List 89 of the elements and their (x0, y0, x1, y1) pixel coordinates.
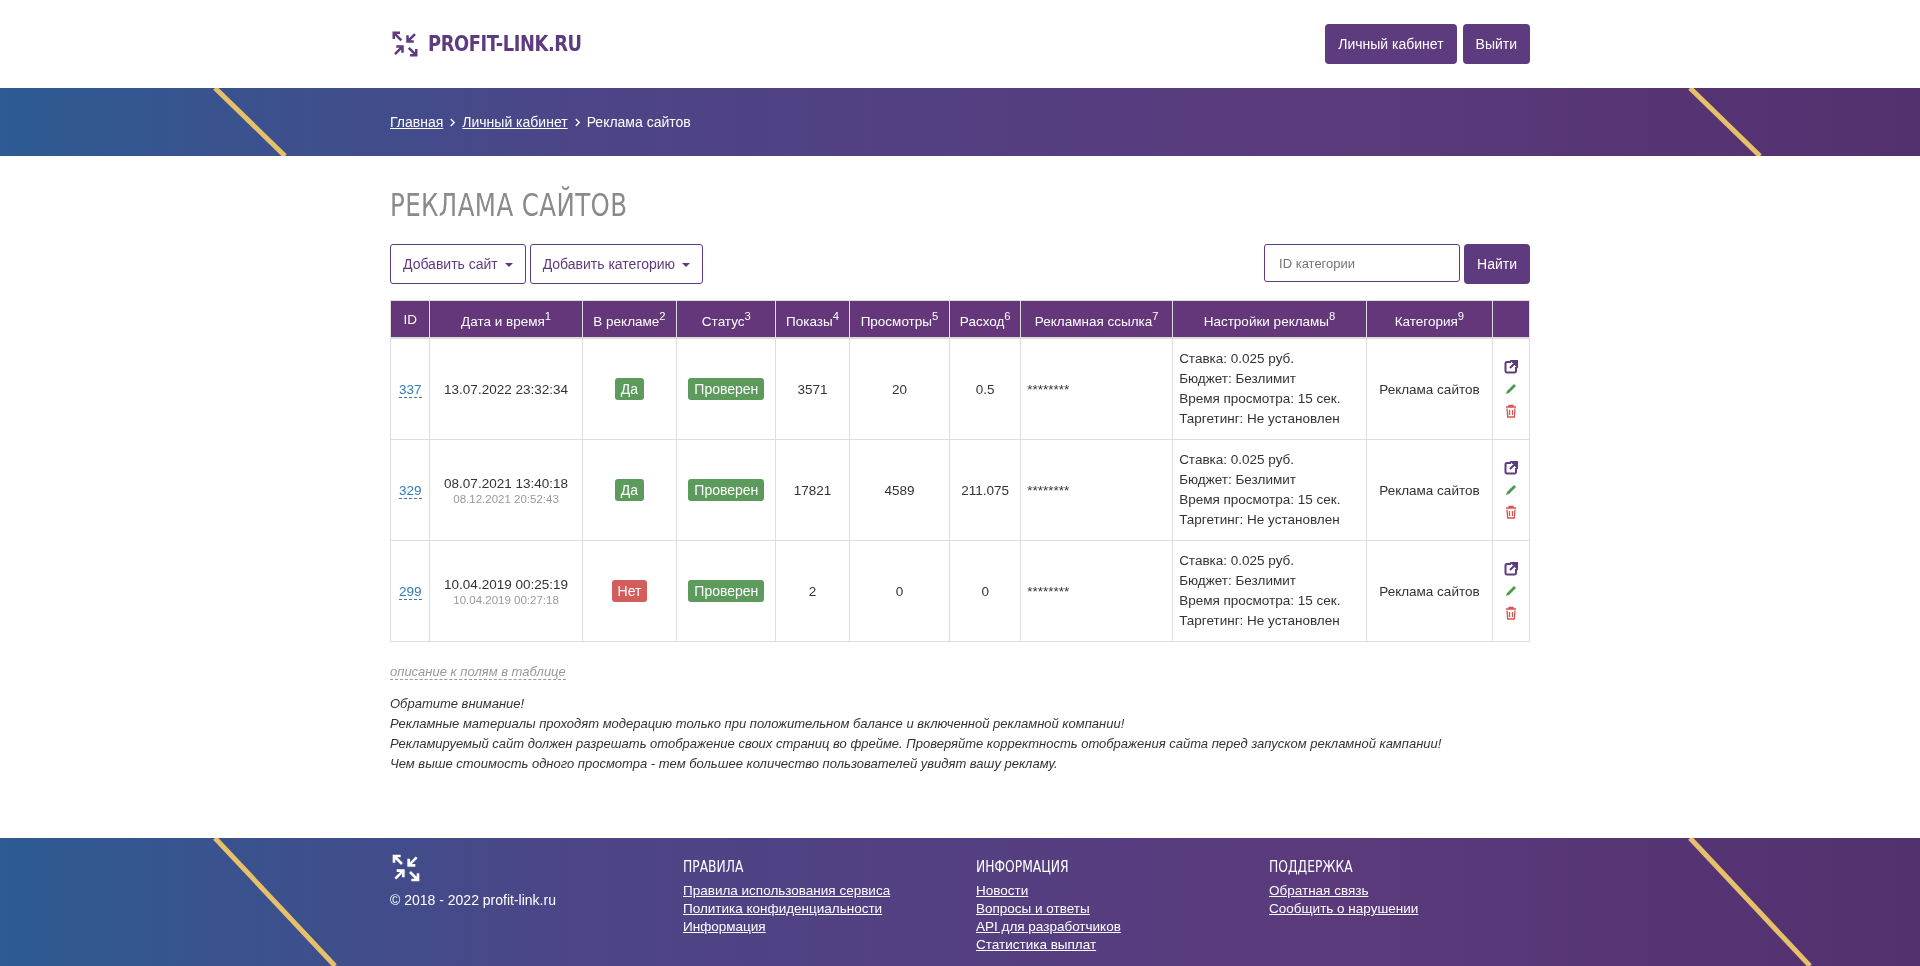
footer-link[interactable]: Сообщить о нарушении (1269, 900, 1419, 918)
search-button[interactable]: Найти (1464, 244, 1530, 284)
breadcrumb-current: Реклама сайтов (586, 114, 691, 130)
table-cell: 20 (849, 338, 950, 440)
footer-heading: ИНФОРМАЦИЯ (976, 858, 1069, 876)
logo-icon (390, 29, 420, 59)
open-link-icon[interactable] (1504, 360, 1518, 374)
breadcrumb-link[interactable]: Личный кабинет (462, 114, 568, 130)
date-text: 13.07.2022 23:32:34 (443, 381, 569, 397)
id-link[interactable]: 337 (398, 381, 422, 398)
setting-line: Бюджет: Безлимит (1179, 370, 1297, 388)
footer-link[interactable]: Политика конфиденциальности (683, 900, 883, 918)
column-header: Настройки рекламы$^{8}$ (1172, 300, 1367, 338)
date-text: 08.07.2021 13:40:18 (443, 475, 569, 491)
footer-link[interactable]: API для разработчиков (976, 918, 1121, 936)
table-cell: 17821 (775, 439, 850, 541)
pencil-icon[interactable] (1504, 382, 1518, 396)
table-cell: 0 (949, 540, 1021, 642)
note-text: Чем выше стоимость одного просмотра - тем большее количество пользователей увидят вашу рекламу. (390, 755, 1059, 773)
column-header: Показы$^{4}$ (775, 300, 850, 338)
search-field[interactable]: ID категории (1264, 244, 1461, 282)
column-header: ID (390, 300, 430, 338)
status-badge: Проверен (688, 479, 765, 501)
pencil-icon[interactable] (1504, 584, 1518, 598)
copyright-text: © 2018 - 2022 profit-link.ru (390, 892, 556, 908)
table-cell: 0 (849, 540, 950, 642)
setting-line: Ставка: 0.025 руб. (1179, 451, 1296, 469)
note-text: Рекламные материалы проходят модерацию только при положительном балансе и включенной рекламной компании! (390, 715, 1126, 733)
id-link[interactable]: 329 (398, 482, 422, 499)
footer-link[interactable]: Обратная связь (1269, 882, 1369, 900)
dropdown-button[interactable]: Добавить категорию (529, 244, 703, 284)
table-cell: Реклама сайтов (1366, 540, 1493, 642)
id-link[interactable]: 299 (398, 583, 422, 600)
status-badge: Проверен (688, 580, 765, 602)
footer-heading: ПРАВИЛА (683, 858, 744, 876)
footer-heading: ПОДДЕРЖКА (1269, 858, 1353, 876)
date-subtext: 10.04.2019 00:27:18 (452, 593, 560, 606)
trash-icon[interactable] (1504, 606, 1518, 620)
setting-line: Ставка: 0.025 руб. (1179, 350, 1296, 368)
dropdown-button[interactable]: Добавить сайт (390, 244, 526, 284)
chevron-icon (573, 117, 581, 127)
column-header: Расход$^{6}$ (949, 300, 1021, 338)
table-cell: Реклама сайтов (1366, 439, 1493, 541)
chevron-icon (449, 117, 457, 127)
table-cell: 3571 (775, 338, 850, 440)
setting-line: Ставка: 0.025 руб. (1179, 552, 1296, 570)
ads-badge: Да (614, 378, 645, 400)
pencil-icon[interactable] (1504, 483, 1518, 497)
note-text: Рекламируемый сайт должен разрешать отображение своих страниц во фрейме. Проверяйте корректность отображения сайта перед запуском рекламной кампании! (390, 735, 1443, 753)
open-link-icon[interactable] (1504, 461, 1518, 475)
footer-link[interactable]: Статистика выплат (976, 936, 1097, 954)
setting-line: Таргетинг: Не установлен (1179, 612, 1341, 630)
status-badge: Проверен (688, 378, 765, 400)
date-text: 10.04.2019 00:25:19 (443, 576, 569, 592)
table-cell: 2 (775, 540, 850, 642)
header-button[interactable]: Выйти (1462, 24, 1530, 64)
footer-link[interactable]: Правила использования сервиса (683, 882, 891, 900)
breadcrumb-link[interactable]: Главная (390, 114, 444, 130)
footer-link[interactable]: Вопросы и ответы (976, 900, 1090, 918)
column-header: Дата и время$^{1}$ (430, 300, 583, 338)
trash-icon[interactable] (1504, 505, 1518, 519)
logo-text: PROFIT-LINK.RU (428, 32, 582, 56)
trash-icon[interactable] (1504, 404, 1518, 418)
table-cell: Реклама сайтов (1366, 338, 1493, 440)
setting-line: Бюджет: Безлимит (1179, 572, 1297, 590)
page-title: РЕКЛАМА САЙТОВ (390, 186, 629, 224)
setting-line: Время просмотра: 15 сек. (1179, 592, 1342, 610)
open-link-icon[interactable] (1504, 562, 1518, 576)
setting-line: Время просмотра: 15 сек. (1179, 491, 1342, 509)
table-cell: 0.5 (949, 338, 1021, 440)
column-header: Рекламная ссылка$^{7}$ (1020, 300, 1173, 338)
column-header: Статус$^{3}$ (676, 300, 776, 338)
logo-icon (390, 852, 422, 884)
setting-line: Бюджет: Безлимит (1179, 471, 1297, 489)
column-header: В рекламе$^{2}$ (582, 300, 677, 338)
setting-line: Время просмотра: 15 сек. (1179, 390, 1342, 408)
setting-line: Таргетинг: Не установлен (1179, 511, 1341, 529)
setting-line: Таргетинг: Не установлен (1179, 410, 1341, 428)
ads-badge: Нет (611, 580, 648, 602)
table-cell: 4589 (849, 439, 950, 541)
column-header: Категория$^{9}$ (1366, 300, 1493, 338)
column-header: Просмотры$^{5}$ (849, 300, 950, 338)
footer-link[interactable]: Информация (683, 918, 766, 936)
footer-link[interactable]: Новости (976, 882, 1029, 900)
header-button[interactable]: Личный кабинет (1325, 24, 1457, 64)
note-text: Обратите внимание! (390, 695, 526, 713)
date-subtext: 08.12.2021 20:52:43 (452, 492, 560, 505)
table-cell: 211.075 (949, 439, 1021, 541)
ads-badge: Да (614, 479, 645, 501)
